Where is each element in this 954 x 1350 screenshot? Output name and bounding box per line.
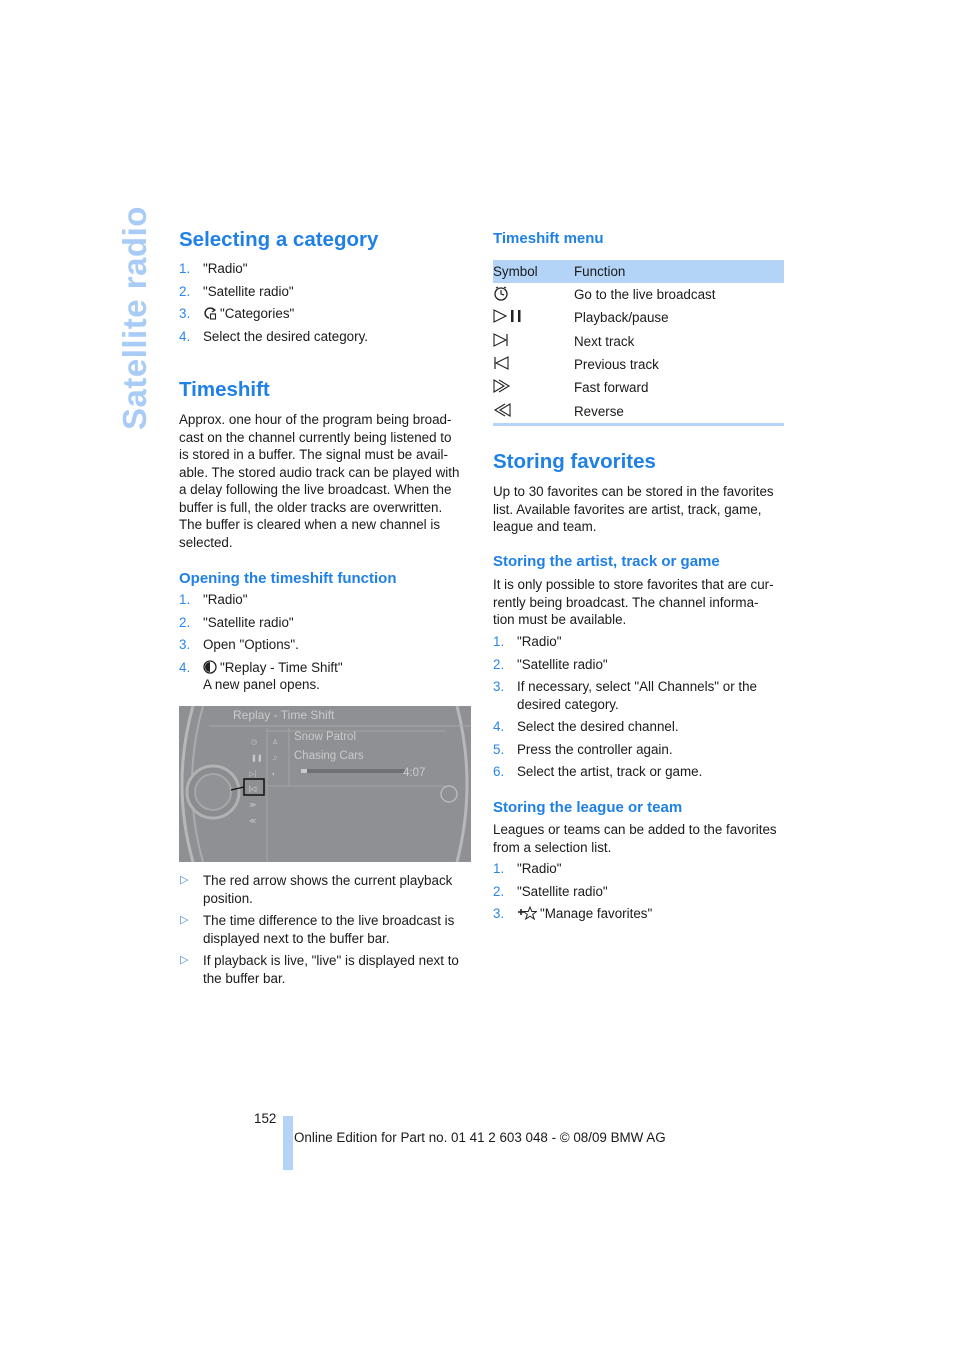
list-item: 3. Open "Options". [179,637,299,652]
list-item: 3. "Categories" [179,306,295,321]
heading-timeshift: Timeshift [179,378,270,401]
storing-league-steps: 1. "Radio" 2. "Satellite radio" 3. "Manage… [493,860,785,923]
chapter-side-title-text: Satellite radio [116,206,153,430]
play-pause-icon [493,309,521,324]
list-item: 4. "Replay - Time Shift" A new panel ope… [179,659,343,693]
note-item: ▷ If playback is live, "live" is displaye… [180,953,459,986]
list-item: 1. "Radio" [493,861,562,876]
heading-selecting-category: Selecting a category [179,228,379,251]
screen-artist: Snow Patrol [294,731,357,743]
heading-timeshift-menu: Timeshift menu [493,230,604,247]
table-bottom-rule [493,422,784,426]
timeshift-screen-image: ◷ ❚❚ ▷| |◁ ≫ ≪ ♙ ♫ ◐ Replay - Time Shift… [179,706,471,862]
column-header-function: Function [574,260,784,283]
note-item: ▷ The red arrow shows the current playbac… [180,873,453,906]
screen-time: 4:07 [403,767,426,779]
screen-rew-icon: ≪ [249,818,256,825]
screen-next-icon: ▷| [249,771,256,778]
previous-track-icon [494,356,509,370]
manage-favorites-icon [518,906,537,920]
page-number: 152 [254,1111,277,1126]
opening-timeshift-steps: 1. "Radio" 2. "Satellite radio" 3. Open "Op… [179,591,471,694]
selecting-category-steps: 1. "Radio" 2. "Satellite radio" 3. "Catego… [179,260,471,345]
screen-prev-icon: |◁ [249,786,257,793]
table-row: Go to the live broadcast [493,283,784,306]
table-row: Previous track [493,353,784,376]
live-broadcast-icon [494,286,508,301]
list-item: 2. "Satellite radio" [493,883,608,899]
storing-league-description: Leagues or teams can be added to the fav… [493,822,777,855]
heading-storing-artist: Storing the artist, track or game [493,553,720,570]
fast-forward-icon [493,379,511,394]
table-row: Fast forward [493,376,784,399]
bullet-arrow-icon: ▷ [180,874,189,886]
footer-edition-text: Online Edition for Part no. 01 41 2 603 … [294,1130,666,1145]
list-item: 4. Select the desired category. [179,328,368,344]
bullet-arrow-icon: ▷ [180,954,189,966]
list-item: 3. "Manage favorites" [493,906,653,921]
footer-accent-bar [283,1116,293,1170]
bullet-arrow-icon: ▷ [180,914,189,926]
list-item: 5. Press the controller again. [493,741,673,757]
table-row: Playback/pause [493,306,784,329]
list-item: 2. "Satellite radio" [493,656,608,672]
screen-track: Chasing Cars [294,750,364,762]
list-item: 2. "Satellite radio" [179,614,294,630]
list-item: 4. Select the desired channel. [493,719,679,734]
list-item: 3. If necessary, select "All Channels" or… [493,679,757,712]
heading-storing-league: Storing the league or team [493,799,683,816]
categories-icon [204,307,217,320]
next-track-icon [493,332,508,347]
note-item: ▷ The time difference to the live broadca… [180,913,455,946]
table-row: Reverse [493,399,784,422]
screen-graphic: ◷ ❚❚ ▷| |◁ ≫ ≪ ♙ ♫ ◐ [179,706,471,862]
replay-icon [203,659,217,674]
screen-artist-icon: ♙ [272,738,278,746]
list-item: 6. Select the artist, track or game. [493,764,703,779]
timeshift-description: Approx. one hour of the program being br… [179,412,460,550]
screen-note-icon: ♫ [272,755,277,762]
list-item: 2. "Satellite radio" [179,283,294,299]
list-item: 1. "Radio" [179,261,248,276]
timeshift-menu-table: Symbol Function Go to the live broadcast… [493,260,784,426]
column-header-symbol: Symbol [493,260,574,283]
table-row: Next track [493,330,784,353]
storing-artist-steps: 1. "Radio" 2. "Satellite radio" 3. If neces… [493,633,785,781]
screen-title: Replay - Time Shift [233,708,335,722]
reverse-icon [493,402,511,417]
heading-storing-favorites: Storing favorites [493,450,656,473]
list-item: 1. "Radio" [493,634,562,649]
screen-ff-icon: ≫ [249,802,256,809]
list-item: 1. "Radio" [179,592,248,607]
screen-replay-icon: ◐ [272,771,276,778]
screen-pause-icon: ❚❚ [251,754,263,762]
table-header-row: Symbol Function [493,260,784,283]
heading-opening-timeshift: Opening the timeshift function [179,570,397,587]
chapter-side-title: Satellite radio [114,206,154,433]
storing-favorites-description: Up to 30 favorites can be stored in the … [493,484,774,534]
timeshift-notes: ▷ The red arrow shows the current playbac… [179,872,471,992]
screen-live-icon: ◷ [251,739,257,746]
storing-artist-description: It is only possible to store favorites t… [493,577,774,627]
